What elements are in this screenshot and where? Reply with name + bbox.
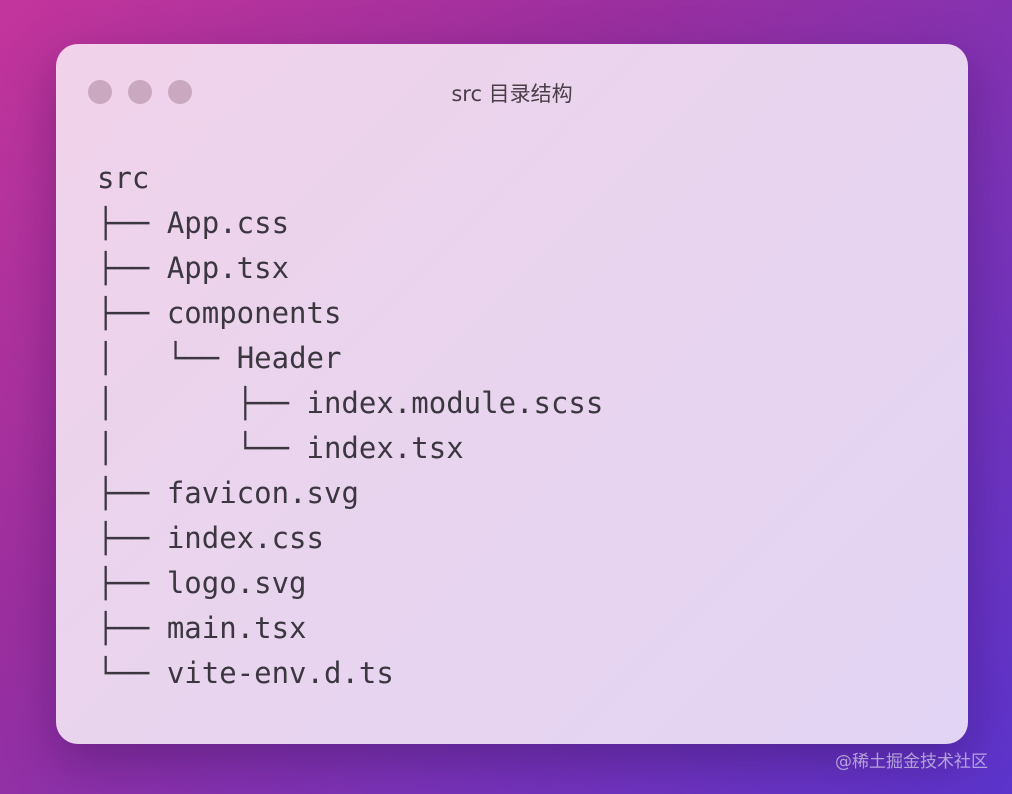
tree-line: ├── main.tsx (97, 606, 603, 651)
tree-branch: ├── (97, 206, 167, 240)
tree-item-name: index.tsx (307, 431, 464, 465)
tree-branch: │ └── (97, 431, 307, 465)
tree-line: ├── App.css (97, 201, 603, 246)
tree-item-name: src (97, 161, 149, 195)
tree-item-name: logo.svg (167, 566, 307, 600)
tree-line: │ ├── index.module.scss (97, 381, 603, 426)
tree-branch: └── (97, 656, 167, 690)
tree-branch: ├── (97, 296, 167, 330)
title-bar: src 目录结构 (56, 44, 968, 138)
tree-item-name: Header (237, 341, 342, 375)
tree-line: │ └── index.tsx (97, 426, 603, 471)
tree-branch: ├── (97, 566, 167, 600)
tree-line: ├── logo.svg (97, 561, 603, 606)
tree-branch: │ └── (97, 341, 237, 375)
tree-line: │ └── Header (97, 336, 603, 381)
tree-item-name: index.css (167, 521, 324, 555)
tree-branch: ├── (97, 521, 167, 555)
tree-line: src (97, 156, 603, 201)
tree-item-name: main.tsx (167, 611, 307, 645)
tree-item-name: components (167, 296, 342, 330)
tree-item-name: favicon.svg (167, 476, 359, 510)
tree-line: ├── index.css (97, 516, 603, 561)
tree-line: ├── App.tsx (97, 246, 603, 291)
window-title: src 目录结构 (56, 78, 968, 108)
tree-line: ├── favicon.svg (97, 471, 603, 516)
tree-branch: │ ├── (97, 386, 307, 420)
tree-line: ├── components (97, 291, 603, 336)
watermark: @稀土掘金技术社区 (835, 747, 988, 772)
tree-line: └── vite-env.d.ts (97, 651, 603, 696)
tree-branch: ├── (97, 611, 167, 645)
tree-item-name: App.css (167, 206, 289, 240)
directory-tree: src ├── App.css ├── App.tsx ├── componen… (97, 156, 603, 696)
tree-item-name: vite-env.d.ts (167, 656, 394, 690)
tree-branch: ├── (97, 476, 167, 510)
tree-branch: ├── (97, 251, 167, 285)
tree-item-name: index.module.scss (307, 386, 604, 420)
tree-item-name: App.tsx (167, 251, 289, 285)
window: src 目录结构 src ├── App.css ├── App.tsx ├──… (56, 44, 968, 744)
